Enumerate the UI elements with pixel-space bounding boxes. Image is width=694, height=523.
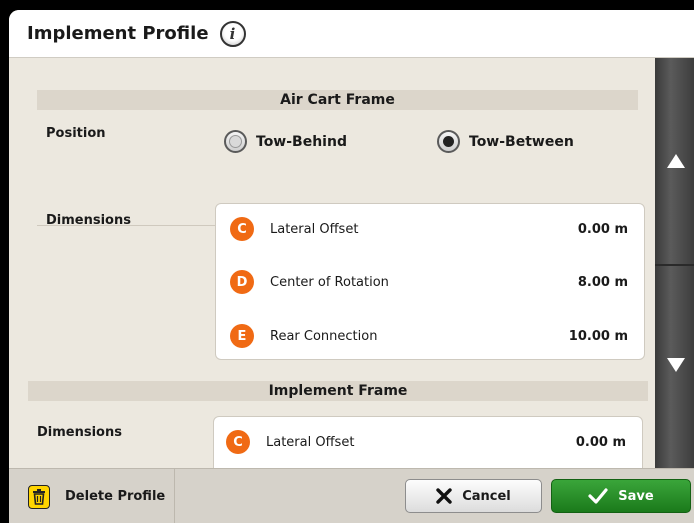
dimension-value: 0.00 m bbox=[577, 221, 628, 237]
dimension-row-center-of-rotation[interactable]: D Center of Rotation 8.00 m bbox=[216, 267, 644, 297]
badge-e-icon: E bbox=[230, 324, 254, 348]
radio-tow-between-label: Tow-Between bbox=[469, 133, 574, 150]
dimension-row-lateral-offset[interactable]: C Lateral Offset 0.00 m bbox=[216, 214, 644, 244]
dimension-label: Lateral Offset bbox=[266, 434, 355, 450]
close-icon bbox=[436, 488, 452, 504]
implement-dimensions-label: Dimensions bbox=[37, 425, 122, 440]
scroll-separator bbox=[655, 264, 694, 266]
position-label: Position bbox=[46, 126, 106, 141]
air-cart-frame-header: Air Cart Frame bbox=[37, 90, 638, 110]
info-icon[interactable]: i bbox=[219, 20, 246, 47]
page-title: Implement Profile bbox=[27, 23, 209, 44]
badge-c-icon: C bbox=[226, 430, 250, 454]
checkmark-icon bbox=[588, 488, 608, 504]
delete-profile-button[interactable]: Delete Profile bbox=[9, 469, 175, 523]
air-cart-dimensions-card: C Lateral Offset 0.00 m D Center of Rota… bbox=[215, 203, 645, 360]
radio-selected-icon bbox=[437, 130, 460, 153]
dimension-label: Center of Rotation bbox=[270, 274, 389, 290]
trash-icon bbox=[28, 484, 50, 509]
scrollbar[interactable] bbox=[655, 58, 694, 468]
cancel-button[interactable]: Cancel bbox=[405, 479, 542, 513]
header: Implement Profile i bbox=[9, 10, 694, 58]
air-cart-dimensions-label: Dimensions bbox=[46, 213, 131, 228]
dimension-row-rear-connection[interactable]: E Rear Connection 10.00 m bbox=[216, 321, 644, 351]
cancel-label: Cancel bbox=[462, 488, 511, 504]
dimension-row-lateral-offset[interactable]: C Lateral Offset 0.00 m bbox=[214, 427, 642, 457]
radio-tow-behind[interactable]: Tow-Behind bbox=[224, 130, 347, 153]
radio-tow-between[interactable]: Tow-Between bbox=[437, 130, 574, 153]
radio-unselected-icon bbox=[224, 130, 247, 153]
scroll-down-icon[interactable] bbox=[667, 358, 685, 372]
implement-profile-window: Implement Profile i Air Cart Frame Posit… bbox=[9, 10, 694, 523]
delete-profile-label: Delete Profile bbox=[65, 489, 166, 504]
badge-c-icon: C bbox=[230, 217, 254, 241]
implement-frame-header: Implement Frame bbox=[28, 381, 648, 401]
dimension-label: Rear Connection bbox=[270, 328, 378, 344]
scroll-up-icon[interactable] bbox=[667, 154, 685, 168]
save-label: Save bbox=[618, 488, 654, 504]
profile-content: Air Cart Frame Position Tow-Behind Tow-B… bbox=[9, 58, 655, 487]
dimension-value: 10.00 m bbox=[568, 328, 628, 344]
save-button[interactable]: Save bbox=[551, 479, 691, 513]
badge-d-icon: D bbox=[230, 270, 254, 294]
radio-tow-behind-label: Tow-Behind bbox=[256, 133, 347, 150]
dimension-value: 8.00 m bbox=[577, 274, 628, 290]
footer: Delete Profile Cancel Save bbox=[9, 468, 694, 523]
dimension-label: Lateral Offset bbox=[270, 221, 359, 237]
dimension-value: 0.00 m bbox=[575, 434, 626, 450]
